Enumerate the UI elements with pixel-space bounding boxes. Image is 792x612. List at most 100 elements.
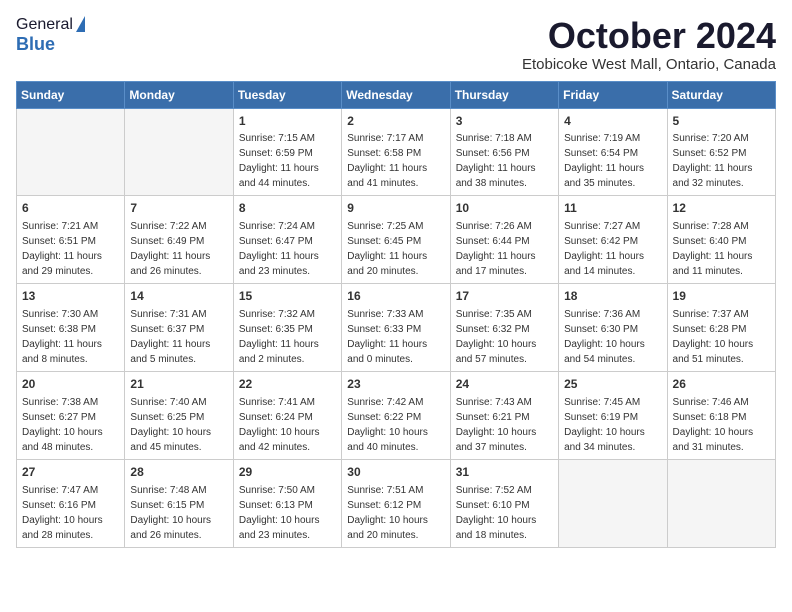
calendar-day-cell: 23 Sunrise: 7:42 AMSunset: 6:22 PMDayligh…: [342, 371, 450, 459]
calendar-day-cell: 24 Sunrise: 7:43 AMSunset: 6:21 PMDayligh…: [450, 371, 558, 459]
calendar-day-cell: 7Sunrise: 7:22 AMSunset: 6:49 PMDaylight…: [125, 196, 233, 284]
day-number: 30: [347, 464, 444, 481]
calendar-week-row: 27 Sunrise: 7:47 AMSunset: 6:16 PMDayligh…: [17, 459, 776, 547]
day-number: 5: [673, 113, 770, 130]
day-number: 26: [673, 376, 770, 393]
day-info: Sunrise: 7:40 AMSunset: 6:25 PMDaylight:…: [130, 397, 211, 453]
day-info: Sunrise: 7:50 AMSunset: 6:13 PMDaylight:…: [239, 485, 320, 541]
calendar-day-cell: 4 Sunrise: 7:19 AMSunset: 6:54 PMDaylight…: [559, 108, 667, 196]
day-info: Sunrise: 7:35 AMSunset: 6:32 PMDaylight:…: [456, 309, 537, 365]
day-number: 14: [130, 288, 227, 305]
day-info: Sunrise: 7:24 AMSunset: 6:47 PMDaylight:…: [239, 221, 319, 277]
day-info: Sunrise: 7:19 AMSunset: 6:54 PMDaylight:…: [564, 133, 644, 189]
calendar-day-cell: 2 Sunrise: 7:17 AMSunset: 6:58 PMDaylight…: [342, 108, 450, 196]
day-info: Sunrise: 7:41 AMSunset: 6:24 PMDaylight:…: [239, 397, 320, 453]
weekday-header: Thursday: [450, 81, 558, 108]
calendar-day-cell: 17Sunrise: 7:35 AMSunset: 6:32 PMDayligh…: [450, 284, 558, 372]
day-number: 4: [564, 113, 661, 130]
day-number: 21: [130, 376, 227, 393]
calendar-day-cell: 3 Sunrise: 7:18 AMSunset: 6:56 PMDaylight…: [450, 108, 558, 196]
day-info: Sunrise: 7:43 AMSunset: 6:21 PMDaylight:…: [456, 397, 537, 453]
calendar-day-cell: 20 Sunrise: 7:38 AMSunset: 6:27 PMDayligh…: [17, 371, 125, 459]
day-info: Sunrise: 7:21 AMSunset: 6:51 PMDaylight:…: [22, 221, 102, 277]
calendar-day-cell: 15Sunrise: 7:32 AMSunset: 6:35 PMDayligh…: [233, 284, 341, 372]
calendar-week-row: 1 Sunrise: 7:15 AMSunset: 6:59 PMDaylight…: [17, 108, 776, 196]
location-text: Etobicoke West Mall, Ontario, Canada: [522, 56, 776, 73]
calendar-day-cell: 31Sunrise: 7:52 AMSunset: 6:10 PMDayligh…: [450, 459, 558, 547]
day-number: 6: [22, 200, 119, 217]
day-number: 28: [130, 464, 227, 481]
day-info: Sunrise: 7:26 AMSunset: 6:44 PMDaylight:…: [456, 221, 536, 277]
day-info: Sunrise: 7:47 AMSunset: 6:16 PMDaylight:…: [22, 485, 103, 541]
calendar-day-cell: 11 Sunrise: 7:27 AMSunset: 6:42 PMDayligh…: [559, 196, 667, 284]
day-info: Sunrise: 7:27 AMSunset: 6:42 PMDaylight:…: [564, 221, 644, 277]
calendar-week-row: 20 Sunrise: 7:38 AMSunset: 6:27 PMDayligh…: [17, 371, 776, 459]
day-number: 25: [564, 376, 661, 393]
day-info: Sunrise: 7:32 AMSunset: 6:35 PMDaylight:…: [239, 309, 319, 365]
weekday-header: Wednesday: [342, 81, 450, 108]
day-info: Sunrise: 7:37 AMSunset: 6:28 PMDaylight:…: [673, 309, 754, 365]
calendar-week-row: 13 Sunrise: 7:30 AMSunset: 6:38 PMDayligh…: [17, 284, 776, 372]
day-number: 11: [564, 200, 661, 217]
calendar-day-cell: 6 Sunrise: 7:21 AMSunset: 6:51 PMDaylight…: [17, 196, 125, 284]
calendar-day-cell: 21 Sunrise: 7:40 AMSunset: 6:25 PMDayligh…: [125, 371, 233, 459]
day-info: Sunrise: 7:36 AMSunset: 6:30 PMDaylight:…: [564, 309, 645, 365]
calendar-day-cell: 18 Sunrise: 7:36 AMSunset: 6:30 PMDayligh…: [559, 284, 667, 372]
calendar-day-cell: [559, 459, 667, 547]
logo-blue-text: Blue: [16, 34, 55, 54]
calendar-day-cell: 9 Sunrise: 7:25 AMSunset: 6:45 PMDaylight…: [342, 196, 450, 284]
day-number: 29: [239, 464, 336, 481]
calendar-day-cell: 14Sunrise: 7:31 AMSunset: 6:37 PMDayligh…: [125, 284, 233, 372]
day-info: Sunrise: 7:38 AMSunset: 6:27 PMDaylight:…: [22, 397, 103, 453]
day-number: 12: [673, 200, 770, 217]
day-info: Sunrise: 7:18 AMSunset: 6:56 PMDaylight:…: [456, 133, 536, 189]
day-number: 22: [239, 376, 336, 393]
day-number: 9: [347, 200, 444, 217]
calendar-day-cell: [125, 108, 233, 196]
calendar-table: SundayMondayTuesdayWednesdayThursdayFrid…: [16, 81, 776, 548]
day-number: 3: [456, 113, 553, 130]
calendar-day-cell: 1 Sunrise: 7:15 AMSunset: 6:59 PMDaylight…: [233, 108, 341, 196]
weekday-header: Saturday: [667, 81, 775, 108]
day-number: 18: [564, 288, 661, 305]
day-info: Sunrise: 7:17 AMSunset: 6:58 PMDaylight:…: [347, 133, 427, 189]
calendar-day-cell: 10Sunrise: 7:26 AMSunset: 6:44 PMDayligh…: [450, 196, 558, 284]
weekday-header: Sunday: [17, 81, 125, 108]
day-info: Sunrise: 7:30 AMSunset: 6:38 PMDaylight:…: [22, 309, 102, 365]
day-info: Sunrise: 7:28 AMSunset: 6:40 PMDaylight:…: [673, 221, 753, 277]
day-info: Sunrise: 7:15 AMSunset: 6:59 PMDaylight:…: [239, 133, 319, 189]
calendar-day-cell: 19 Sunrise: 7:37 AMSunset: 6:28 PMDayligh…: [667, 284, 775, 372]
weekday-header: Monday: [125, 81, 233, 108]
calendar-day-cell: [667, 459, 775, 547]
day-number: 31: [456, 464, 553, 481]
weekday-header: Tuesday: [233, 81, 341, 108]
calendar-day-cell: 12 Sunrise: 7:28 AMSunset: 6:40 PMDayligh…: [667, 196, 775, 284]
day-info: Sunrise: 7:22 AMSunset: 6:49 PMDaylight:…: [130, 221, 210, 277]
day-info: Sunrise: 7:20 AMSunset: 6:52 PMDaylight:…: [673, 133, 753, 189]
day-info: Sunrise: 7:25 AMSunset: 6:45 PMDaylight:…: [347, 221, 427, 277]
logo: General Blue: [16, 16, 85, 55]
day-number: 27: [22, 464, 119, 481]
calendar-day-cell: 29 Sunrise: 7:50 AMSunset: 6:13 PMDayligh…: [233, 459, 341, 547]
day-number: 19: [673, 288, 770, 305]
day-info: Sunrise: 7:42 AMSunset: 6:22 PMDaylight:…: [347, 397, 428, 453]
calendar-day-cell: 28 Sunrise: 7:48 AMSunset: 6:15 PMDayligh…: [125, 459, 233, 547]
day-info: Sunrise: 7:46 AMSunset: 6:18 PMDaylight:…: [673, 397, 754, 453]
day-number: 13: [22, 288, 119, 305]
calendar-day-cell: 13 Sunrise: 7:30 AMSunset: 6:38 PMDayligh…: [17, 284, 125, 372]
calendar-day-cell: 8Sunrise: 7:24 AMSunset: 6:47 PMDaylight…: [233, 196, 341, 284]
day-number: 23: [347, 376, 444, 393]
calendar-day-cell: [17, 108, 125, 196]
logo-general-text: General: [16, 16, 73, 34]
day-number: 20: [22, 376, 119, 393]
calendar-day-cell: 16Sunrise: 7:33 AMSunset: 6:33 PMDayligh…: [342, 284, 450, 372]
day-number: 24: [456, 376, 553, 393]
calendar-week-row: 6 Sunrise: 7:21 AMSunset: 6:51 PMDaylight…: [17, 196, 776, 284]
day-number: 1: [239, 113, 336, 130]
weekday-header: Friday: [559, 81, 667, 108]
calendar-header-row: SundayMondayTuesdayWednesdayThursdayFrid…: [17, 81, 776, 108]
title-block: October 2024 Etobicoke West Mall, Ontari…: [522, 16, 776, 73]
day-info: Sunrise: 7:48 AMSunset: 6:15 PMDaylight:…: [130, 485, 211, 541]
page-header: General Blue October 2024 Etobicoke West…: [16, 16, 776, 73]
day-number: 2: [347, 113, 444, 130]
